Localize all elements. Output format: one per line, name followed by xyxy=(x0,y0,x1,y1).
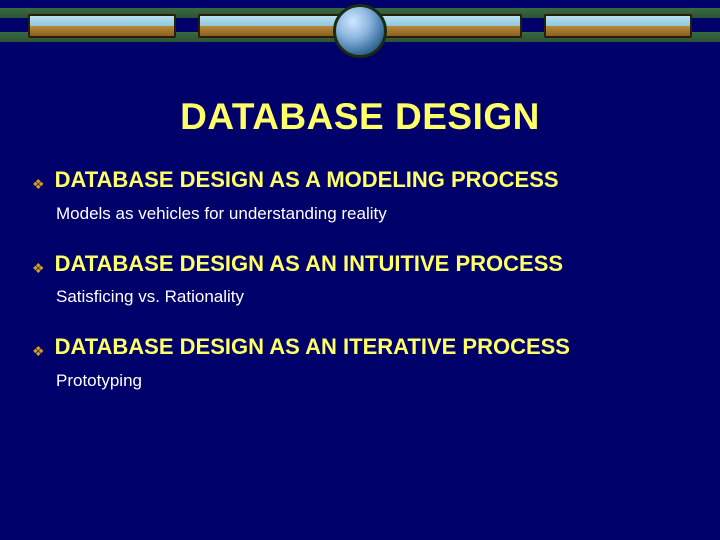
bullet-subtext: Prototyping xyxy=(56,371,688,391)
landscape-strip xyxy=(544,14,692,38)
globe-icon xyxy=(333,4,387,58)
slide-title: DATABASE DESIGN xyxy=(32,96,688,138)
bullet-heading: DATABASE DESIGN AS AN INTUITIVE PROCESS xyxy=(55,250,564,278)
diamond-bullet-icon: ❖ xyxy=(32,261,45,275)
landscape-strip xyxy=(28,14,176,38)
bullet-head: ❖ DATABASE DESIGN AS AN ITERATIVE PROCES… xyxy=(32,333,688,361)
landscape-strip xyxy=(374,14,522,38)
bullet-head: ❖ DATABASE DESIGN AS A MODELING PROCESS xyxy=(32,166,688,194)
landscape-strip xyxy=(198,14,346,38)
bullet-heading: DATABASE DESIGN AS AN ITERATIVE PROCESS xyxy=(55,333,570,361)
bullet-item: ❖ DATABASE DESIGN AS AN ITERATIVE PROCES… xyxy=(32,333,688,391)
bullet-item: ❖ DATABASE DESIGN AS A MODELING PROCESS … xyxy=(32,166,688,224)
diamond-bullet-icon: ❖ xyxy=(32,177,45,191)
decorative-header xyxy=(0,0,720,54)
diamond-bullet-icon: ❖ xyxy=(32,344,45,358)
bullet-subtext: Satisficing vs. Rationality xyxy=(56,287,688,307)
bullet-heading: DATABASE DESIGN AS A MODELING PROCESS xyxy=(55,166,559,194)
slide-body: DATABASE DESIGN ❖ DATABASE DESIGN AS A M… xyxy=(0,96,720,417)
bullet-head: ❖ DATABASE DESIGN AS AN INTUITIVE PROCES… xyxy=(32,250,688,278)
bullet-item: ❖ DATABASE DESIGN AS AN INTUITIVE PROCES… xyxy=(32,250,688,308)
bullet-subtext: Models as vehicles for understanding rea… xyxy=(56,204,688,224)
